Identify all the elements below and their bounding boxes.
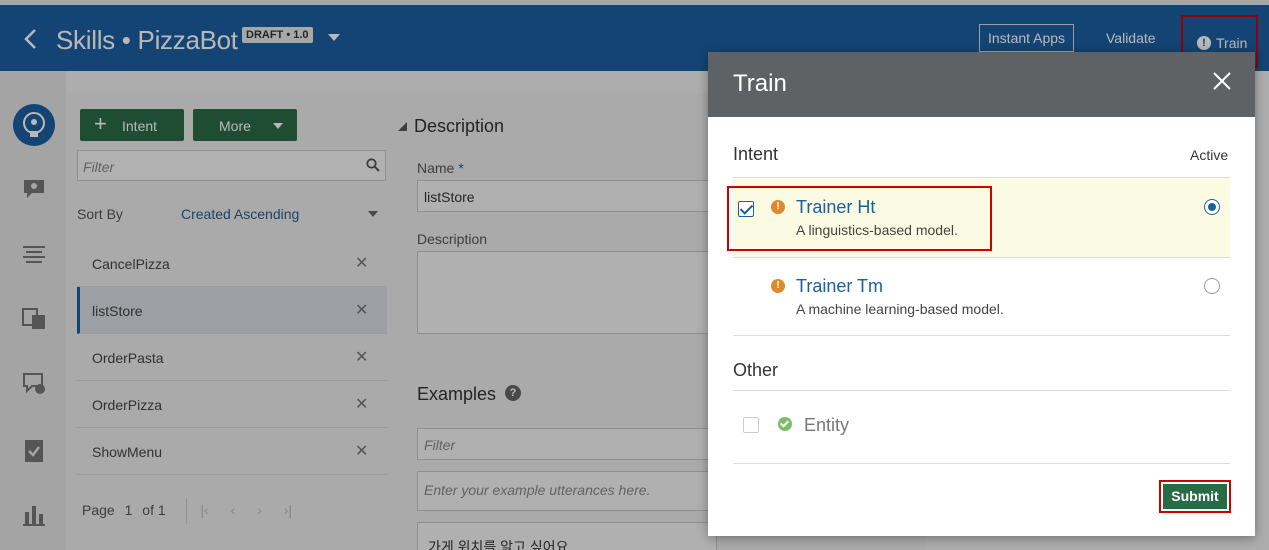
submit-highlight: Submit: [1159, 480, 1231, 513]
submit-button[interactable]: Submit: [1163, 484, 1227, 509]
divider: [733, 463, 1230, 464]
trainer-ht-desc: A linguistics-based model.: [796, 222, 958, 238]
intent-section-title: Intent: [733, 144, 779, 164]
warning-icon: !: [771, 279, 785, 293]
entity-label: Entity: [804, 415, 850, 435]
trainer-tm-desc: A machine learning-based model.: [796, 301, 1004, 317]
success-check-icon: [778, 417, 792, 431]
trainer-ht-active-radio[interactable]: [1204, 199, 1220, 215]
train-dialog: Train Intent Active ! Trainer Ht A lingu…: [708, 52, 1255, 536]
trainer-tm-active-radio[interactable]: [1204, 278, 1220, 294]
other-section-title: Other: [733, 360, 779, 380]
trainer-ht-checkbox[interactable]: [738, 201, 754, 217]
trainer-tm-name[interactable]: Trainer Tm: [796, 276, 883, 297]
warning-icon: !: [771, 200, 785, 214]
dialog-title: Train: [733, 70, 787, 97]
active-column-label: Active: [1190, 147, 1229, 163]
highlight-box: [727, 186, 992, 251]
divider: [733, 257, 1230, 258]
divider: [733, 335, 1230, 336]
divider: [733, 390, 1230, 391]
entity-checkbox[interactable]: [743, 417, 759, 433]
close-icon[interactable]: [1211, 70, 1233, 92]
trainer-ht-name[interactable]: Trainer Ht: [796, 197, 875, 218]
dialog-header: Train: [708, 52, 1255, 117]
